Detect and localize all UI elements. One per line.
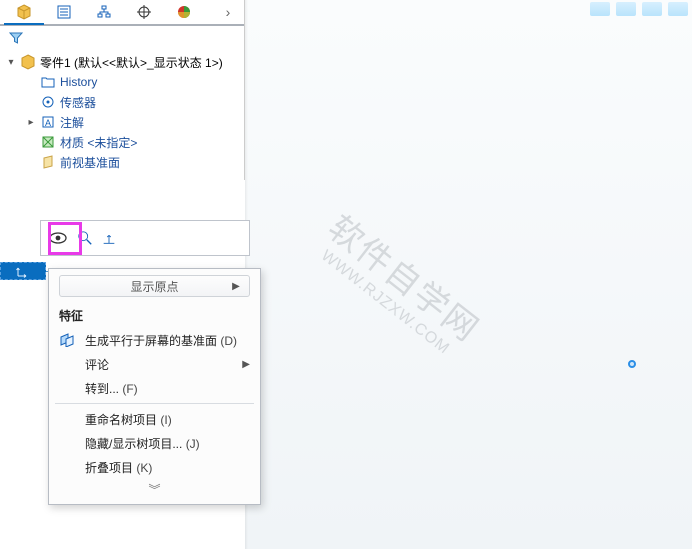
annotation-icon: A	[40, 114, 56, 130]
viewport[interactable]	[245, 0, 692, 549]
context-toolbar	[40, 220, 250, 256]
tree-root-label: 零件1 (默认<<默认>_显示状态 1>)	[40, 54, 223, 71]
tab-feature-tree[interactable]	[4, 1, 44, 25]
axis-icon[interactable]	[101, 230, 117, 246]
filter-row	[0, 26, 244, 50]
tree-item-label: History	[60, 75, 97, 89]
ctx-expand-chevrons[interactable]: ︾	[49, 479, 260, 500]
ctx-item-label: 评论	[85, 356, 234, 373]
context-menu-section-label: 特征	[49, 301, 260, 328]
context-menu-header[interactable]: 显示原点 ▶	[59, 275, 250, 297]
origin-icon	[16, 264, 30, 278]
expander-icon[interactable]: ▸	[26, 117, 36, 128]
zoom-icon[interactable]	[77, 230, 93, 246]
tree-item-label: 注解	[60, 114, 84, 131]
ctx-item-rename-tree[interactable]: 重命名树项目 (I)	[49, 407, 260, 431]
context-menu-header-label: 显示原点	[60, 278, 249, 295]
plane-parallel-icon	[59, 333, 77, 347]
list-icon	[56, 4, 72, 20]
material-icon	[40, 134, 56, 150]
tree-item-origin[interactable]	[0, 262, 46, 280]
panel-tab-bar: ›	[0, 0, 244, 26]
tree-item-label: 传感器	[60, 94, 96, 111]
ctx-item-goto[interactable]: 转到... (F)	[49, 376, 260, 400]
folder-icon	[40, 74, 56, 90]
part-icon	[20, 54, 36, 70]
ctx-item-hide-show-tree[interactable]: 隐藏/显示树项目... (J)	[49, 431, 260, 455]
plane-icon	[40, 154, 56, 170]
chevron-right-icon: ▶	[242, 359, 250, 370]
tree-item-label: 材质 <未指定>	[60, 134, 137, 151]
tab-dimxpert[interactable]	[124, 0, 164, 24]
funnel-icon[interactable]	[8, 30, 24, 46]
ctx-item-create-plane-parallel[interactable]: 生成平行于屏幕的基准面 (D)	[49, 328, 260, 352]
tab-appearances[interactable]	[164, 0, 204, 24]
tree-item-label: 前视基准面	[60, 154, 120, 171]
chevron-right-icon: ▶	[229, 281, 243, 292]
tree-item-material[interactable]: 材质 <未指定>	[2, 132, 244, 152]
view-tools-top	[590, 2, 688, 16]
eye-icon[interactable]	[47, 227, 69, 249]
expander-icon[interactable]: ▾	[6, 57, 16, 68]
tab-configuration[interactable]	[84, 0, 124, 24]
context-menu: 显示原点 ▶ 特征 生成平行于屏幕的基准面 (D) 评论 ▶ 转到... (F)…	[48, 268, 261, 505]
ctx-item-collapse[interactable]: 折叠项目 (K)	[49, 455, 260, 479]
panel-overflow-arrow[interactable]: ›	[216, 0, 240, 24]
tab-property-manager[interactable]	[44, 0, 84, 24]
sphere-icon	[176, 4, 192, 20]
ctx-item-label: 转到... (F)	[85, 380, 250, 397]
target-icon	[136, 4, 152, 20]
origin-marker[interactable]	[628, 360, 636, 368]
ctx-item-label: 折叠项目 (K)	[85, 459, 250, 476]
divider	[55, 403, 254, 404]
tree-item-plane-front[interactable]: 前视基准面	[2, 152, 244, 172]
svg-text:A: A	[45, 118, 51, 128]
tree-root[interactable]: ▾ 零件1 (默认<<默认>_显示状态 1>)	[2, 52, 244, 72]
cube-icon	[16, 4, 32, 20]
tree-item-history[interactable]: History	[2, 72, 244, 92]
feature-tree-panel: › ▾ 零件1 (默认<<默认>_显示状态 1>) History 传	[0, 0, 245, 180]
ctx-item-comments[interactable]: 评论 ▶	[49, 352, 260, 376]
hierarchy-icon	[96, 4, 112, 20]
ctx-item-label: 重命名树项目 (I)	[85, 411, 250, 428]
ctx-item-label: 隐藏/显示树项目... (J)	[85, 435, 250, 452]
sensor-icon	[40, 94, 56, 110]
feature-tree: ▾ 零件1 (默认<<默认>_显示状态 1>) History 传感器 ▸ A	[0, 50, 244, 180]
tree-item-sensors[interactable]: 传感器	[2, 92, 244, 112]
ctx-item-label: 生成平行于屏幕的基准面 (D)	[85, 332, 250, 349]
tree-item-annotations[interactable]: ▸ A 注解	[2, 112, 244, 132]
